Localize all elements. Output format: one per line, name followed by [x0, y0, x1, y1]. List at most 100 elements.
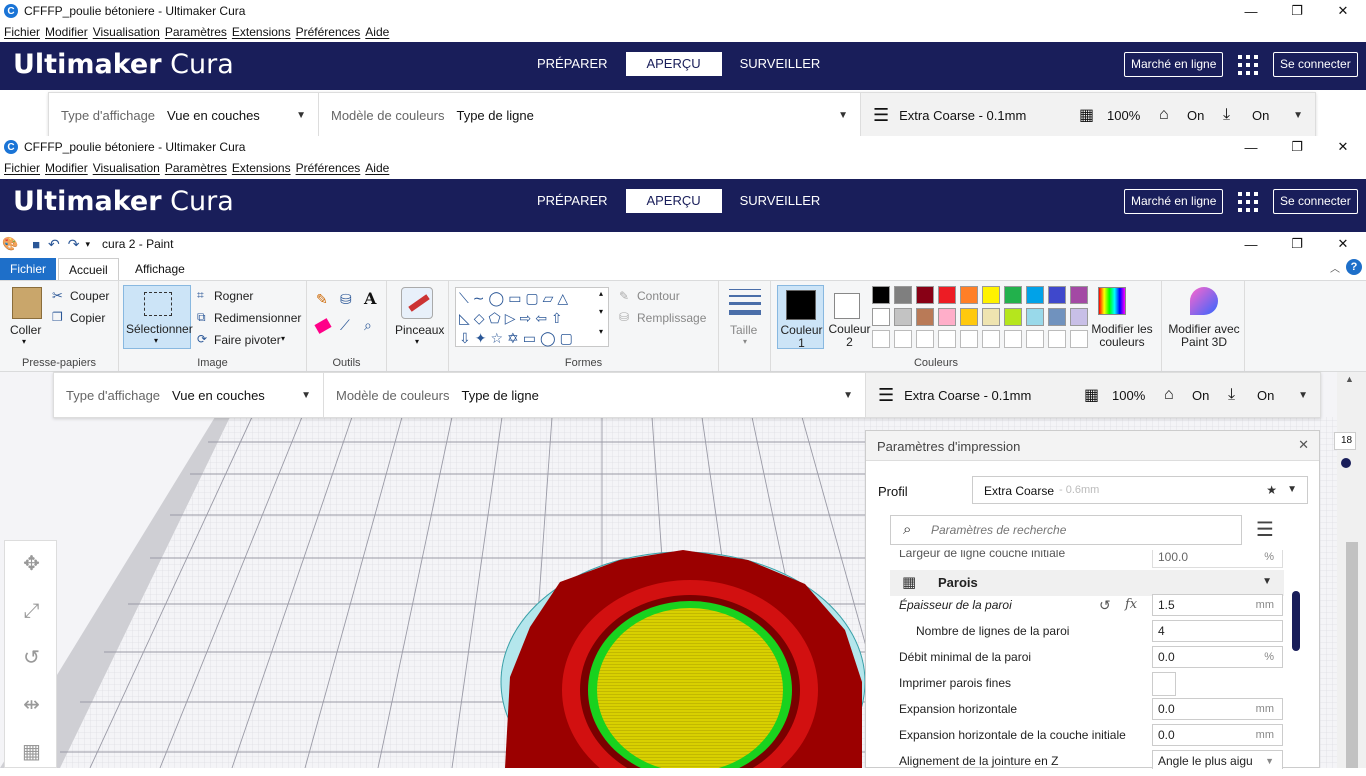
wall-line-count-input[interactable]: 4	[1152, 620, 1283, 642]
signin-button[interactable]: Se connecter	[1273, 189, 1358, 214]
paint3d-icon[interactable]	[1190, 287, 1218, 315]
eraser-icon[interactable]	[314, 318, 332, 334]
help-icon[interactable]: ?	[1346, 259, 1362, 275]
restore-icon[interactable]: ❐	[1274, 232, 1320, 256]
rotate-icon[interactable]: ↺	[5, 635, 58, 682]
edit-colors-button[interactable]: Modifier les couleurs	[1091, 323, 1153, 349]
pencil-icon[interactable]: ✎	[316, 291, 328, 308]
palette-swatch[interactable]	[916, 286, 934, 304]
menu-extensions[interactable]: Extensions	[232, 161, 291, 175]
menu-edit[interactable]: Modifier	[45, 161, 88, 175]
palette-empty-swatch[interactable]	[960, 330, 978, 348]
stage-preview[interactable]: APERÇU	[625, 52, 722, 76]
minimize-icon[interactable]: —	[1228, 0, 1274, 22]
select-button[interactable]: Sélectionner ▾	[123, 285, 193, 349]
shapes-gallery[interactable]: ⟍∼◯▭▢▱△ ◺◇⬠▷⇨⇦⇧ ⇩✦☆✡▭◯▢	[455, 287, 609, 347]
cut-button[interactable]: Couper	[70, 289, 109, 303]
edit-colors-icon[interactable]	[1098, 287, 1126, 315]
reset-icon[interactable]: ↺	[1099, 597, 1111, 614]
crop-button[interactable]: Rogner	[214, 289, 253, 303]
stage-monitor[interactable]: SURVEILLER	[726, 52, 835, 76]
menu-view[interactable]: Visualisation	[93, 25, 160, 39]
paint3d-button[interactable]: Modifier avec Paint 3D	[1164, 323, 1244, 349]
palette-swatch[interactable]	[872, 308, 890, 326]
undo-icon[interactable]: ↶	[48, 236, 60, 253]
palette-empty-swatch[interactable]	[894, 330, 912, 348]
move-icon[interactable]: ✥	[5, 541, 58, 588]
close-icon[interactable]: ✕	[1320, 0, 1366, 22]
restore-icon[interactable]: ❐	[1274, 0, 1320, 22]
palette-swatch[interactable]	[1070, 286, 1088, 304]
palette-empty-swatch[interactable]	[1070, 330, 1088, 348]
palette-swatch[interactable]	[960, 286, 978, 304]
copy-button[interactable]: Copier	[70, 311, 105, 325]
palette-swatch[interactable]	[982, 308, 1000, 326]
menu-settings[interactable]: Paramètres	[165, 25, 227, 39]
per-model-settings-icon[interactable]: ▦	[5, 729, 58, 776]
palette-swatch[interactable]	[960, 308, 978, 326]
save-icon[interactable]: ■	[32, 237, 40, 252]
display-type-select[interactable]: Type d'affichage Vue en couches ▼	[49, 93, 319, 137]
color2-button[interactable]: Couleur 2	[826, 285, 873, 349]
display-type-select[interactable]: Type d'affichage Vue en couches ▼	[54, 373, 324, 417]
stage-monitor[interactable]: SURVEILLER	[726, 189, 835, 213]
print-setup-summary[interactable]: ☰ Extra Coarse - 0.1mm ▦ 100% ⌂ On ⤓ On …	[866, 373, 1320, 417]
palette-swatch[interactable]	[1004, 286, 1022, 304]
palette-swatch[interactable]	[1070, 308, 1088, 326]
minimize-icon[interactable]: —	[1228, 232, 1274, 256]
collapse-ribbon-icon[interactable]: ︿	[1330, 260, 1340, 275]
palette-empty-swatch[interactable]	[1026, 330, 1044, 348]
menu-help[interactable]: Aide	[365, 25, 389, 39]
palette-swatch[interactable]	[894, 286, 912, 304]
paste-button[interactable]: Coller	[10, 323, 41, 337]
palette-swatch[interactable]	[894, 308, 912, 326]
wall-thickness-input[interactable]: 1.5 mm	[1152, 594, 1283, 616]
redo-icon[interactable]: ↷	[68, 236, 80, 253]
menu-file[interactable]: Fichier	[4, 161, 40, 175]
palette-swatch[interactable]	[1048, 308, 1066, 326]
paste-icon[interactable]	[12, 287, 42, 319]
close-icon[interactable]: ✕	[1320, 232, 1366, 256]
menu-edit[interactable]: Modifier	[45, 25, 88, 39]
menu-extensions[interactable]: Extensions	[232, 25, 291, 39]
size-icon[interactable]	[729, 289, 761, 315]
fill-button[interactable]: Remplissage	[637, 311, 706, 325]
restore-icon[interactable]: ❐	[1274, 136, 1320, 158]
palette-empty-swatch[interactable]	[916, 330, 934, 348]
palette-swatch[interactable]	[1048, 286, 1066, 304]
outline-button[interactable]: Contour	[637, 289, 680, 303]
stage-prepare[interactable]: PRÉPARER	[523, 189, 622, 213]
tab-home[interactable]: Accueil	[58, 258, 119, 280]
profile-select[interactable]: Extra Coarse - 0.6mm ★ ▼	[972, 476, 1308, 504]
thin-walls-checkbox[interactable]	[1152, 672, 1176, 696]
formula-icon[interactable]: fx	[1125, 597, 1137, 612]
close-icon[interactable]: ✕	[1320, 136, 1366, 158]
tab-view[interactable]: Affichage	[125, 258, 195, 280]
marketplace-button[interactable]: Marché en ligne	[1124, 52, 1224, 77]
initial-horizontal-expansion-input[interactable]: 0.0 mm	[1152, 724, 1283, 746]
size-button[interactable]: Taille	[730, 323, 757, 337]
color-scheme-select[interactable]: Modèle de couleurs Type de ligne ▼	[319, 93, 861, 137]
palette-swatch[interactable]	[1026, 308, 1044, 326]
palette-swatch[interactable]	[872, 286, 890, 304]
text-icon[interactable]: A	[364, 289, 376, 308]
menu-view[interactable]: Visualisation	[93, 161, 160, 175]
mirror-icon[interactable]: ⇹	[5, 682, 58, 729]
brushes-icon[interactable]	[401, 287, 433, 319]
palette-empty-swatch[interactable]	[1048, 330, 1066, 348]
close-icon[interactable]: ✕	[1298, 437, 1309, 453]
stage-preview[interactable]: APERÇU	[625, 189, 722, 213]
color1-button[interactable]: Couleur 1	[777, 285, 824, 350]
scale-icon[interactable]: ⤢	[5, 588, 58, 635]
signin-button[interactable]: Se connecter	[1273, 52, 1358, 77]
palette-swatch[interactable]	[982, 286, 1000, 304]
search-input[interactable]	[931, 521, 1231, 539]
color-scheme-select[interactable]: Modèle de couleurs Type de ligne ▼	[324, 373, 866, 417]
palette-empty-swatch[interactable]	[938, 330, 956, 348]
apps-grid-icon[interactable]	[1238, 192, 1258, 212]
print-setup-summary[interactable]: ☰ Extra Coarse - 0.1mm ▦ 100% ⌂ On ⤓ On …	[861, 93, 1315, 137]
marketplace-button[interactable]: Marché en ligne	[1124, 189, 1224, 214]
min-wall-flow-input[interactable]: 0.0%	[1152, 646, 1283, 668]
palette-empty-swatch[interactable]	[982, 330, 1000, 348]
z-seam-alignment-select[interactable]: Angle le plus aigu ▼	[1152, 750, 1283, 769]
